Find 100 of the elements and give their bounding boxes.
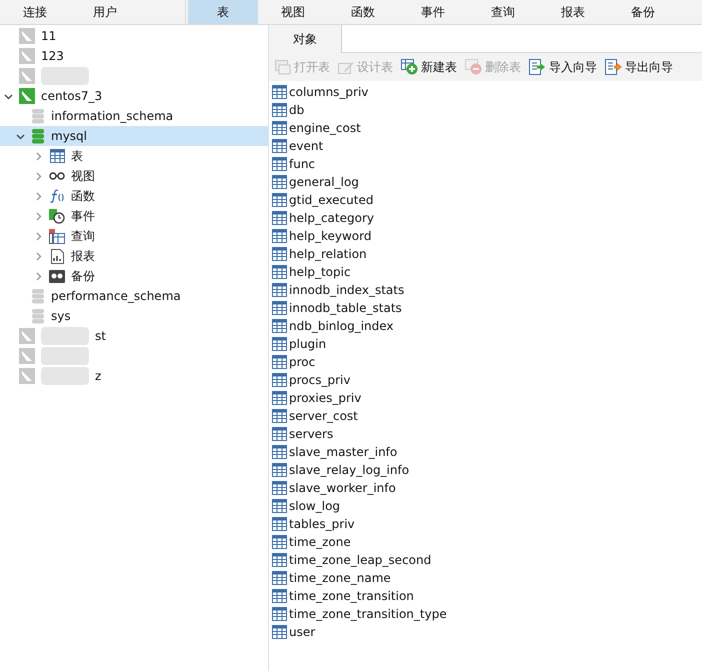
table-item[interactable]: tables_priv [289, 515, 355, 533]
table-item[interactable]: help_topic [289, 263, 351, 281]
backup-icon [49, 270, 65, 282]
table-item[interactable]: proc [289, 353, 316, 371]
table-item[interactable]: time_zone_leap_second [289, 551, 432, 569]
menu-tab[interactable]: 事件 [398, 0, 468, 24]
table-icon [272, 409, 287, 423]
tree-item[interactable]: sys [51, 307, 71, 325]
table-item[interactable]: plugin [289, 335, 326, 353]
table-item[interactable]: time_zone_transition [289, 587, 414, 605]
table-item[interactable]: servers [289, 425, 334, 443]
export-icon [605, 59, 622, 75]
table-item[interactable]: time_zone_transition_type [289, 605, 447, 623]
table-item[interactable]: func [289, 155, 316, 173]
table-item[interactable]: columns_priv [289, 83, 368, 101]
tree-item[interactable]: centos7_3 [41, 87, 102, 105]
table-item[interactable]: slave_worker_info [289, 479, 396, 497]
clock-icon [49, 208, 65, 224]
menu-tab[interactable]: 用户 [70, 0, 140, 24]
menu-tab[interactable]: 连接 [0, 0, 70, 24]
tree-item[interactable]: st [95, 327, 106, 345]
table-icon [272, 301, 287, 315]
table-icon [272, 499, 287, 513]
table-icon [272, 589, 287, 603]
tree-item[interactable]: mysql [51, 127, 87, 145]
tree-item[interactable]: information_schema [51, 107, 174, 125]
glasses-icon [49, 172, 65, 180]
menu-tab[interactable]: 表 [188, 0, 258, 24]
table-item[interactable]: slow_log [289, 497, 340, 515]
chevron-right-icon[interactable] [34, 252, 43, 260]
table-icon [272, 85, 287, 99]
table-item[interactable]: time_zone [289, 533, 351, 551]
table-item[interactable]: proxies_priv [289, 389, 362, 407]
toolbar-button[interactable]: 导出向导 [605, 58, 673, 76]
tree-item[interactable]: 备份 [71, 267, 95, 285]
connection-icon [19, 328, 35, 344]
pencil-table-icon [338, 60, 354, 74]
table-item[interactable]: innodb_index_stats [289, 281, 404, 299]
table-item[interactable]: slave_master_info [289, 443, 398, 461]
table-icon [272, 373, 287, 387]
object-tab[interactable]: 对象 [269, 25, 342, 53]
function-icon [49, 189, 65, 203]
table-icon [272, 229, 287, 243]
connection-icon [19, 28, 35, 44]
menu-tab[interactable]: 函数 [328, 0, 398, 24]
chevron-right-icon[interactable] [34, 232, 43, 240]
tree-item[interactable]: 123 [41, 47, 64, 65]
table-item[interactable]: event [289, 137, 324, 155]
table-item[interactable]: slave_relay_log_info [289, 461, 410, 479]
tree-item[interactable]: 报表 [71, 247, 95, 265]
tree-item[interactable]: z [95, 367, 102, 385]
table-item[interactable]: ndb_binlog_index [289, 317, 394, 335]
chevron-down-icon[interactable] [16, 132, 25, 140]
table-icon [272, 175, 287, 189]
selected-tree-row[interactable]: mysql [0, 126, 268, 146]
table-icon [272, 481, 287, 495]
table-item[interactable]: time_zone_name [289, 569, 391, 587]
table-icon [272, 265, 287, 279]
table-item[interactable]: innodb_table_stats [289, 299, 402, 317]
table-icon [272, 103, 287, 117]
table-item[interactable]: help_relation [289, 245, 367, 263]
tree-item[interactable]: 查询 [71, 227, 95, 245]
open-table-icon [275, 60, 291, 74]
table-icon [50, 149, 64, 163]
toolbar-button[interactable]: 新建表 [401, 58, 457, 76]
menu-tab[interactable]: 视图 [258, 0, 328, 24]
menu-tab[interactable]: 报表 [538, 0, 608, 24]
import-icon [529, 59, 546, 75]
tree-item[interactable]: 视图 [71, 167, 95, 185]
menu-tab[interactable]: 查询 [468, 0, 538, 24]
table-item[interactable]: gtid_executed [289, 191, 374, 209]
table-icon [272, 337, 287, 351]
table-icon [272, 139, 287, 153]
chevron-right-icon[interactable] [34, 192, 43, 200]
tree-item[interactable]: 函数 [71, 187, 95, 205]
table-item[interactable]: help_keyword [289, 227, 372, 245]
table-icon [272, 391, 287, 405]
chevron-right-icon[interactable] [34, 272, 43, 280]
table-item[interactable]: help_category [289, 209, 374, 227]
table-icon [272, 193, 287, 207]
remove-table-icon [465, 59, 482, 75]
table-item[interactable]: user [289, 623, 316, 641]
table-item[interactable]: engine_cost [289, 119, 361, 137]
chevron-right-icon[interactable] [34, 172, 43, 180]
tree-item[interactable]: 11 [41, 27, 56, 45]
table-icon [272, 553, 287, 567]
table-item[interactable]: general_log [289, 173, 359, 191]
tree-item[interactable]: 事件 [71, 207, 95, 225]
connection-icon [19, 348, 35, 364]
toolbar-button[interactable]: 导入向导 [529, 58, 597, 76]
table-item[interactable]: procs_priv [289, 371, 350, 389]
chevron-down-icon[interactable] [4, 92, 13, 100]
chevron-right-icon[interactable] [34, 152, 43, 160]
tree-item[interactable]: 表 [71, 147, 83, 165]
menu-tab[interactable]: 备份 [608, 0, 678, 24]
table-icon [272, 427, 287, 441]
table-item[interactable]: server_cost [289, 407, 358, 425]
chevron-right-icon[interactable] [34, 212, 43, 220]
table-item[interactable]: db [289, 101, 304, 119]
tree-item[interactable]: performance_schema [51, 287, 181, 305]
